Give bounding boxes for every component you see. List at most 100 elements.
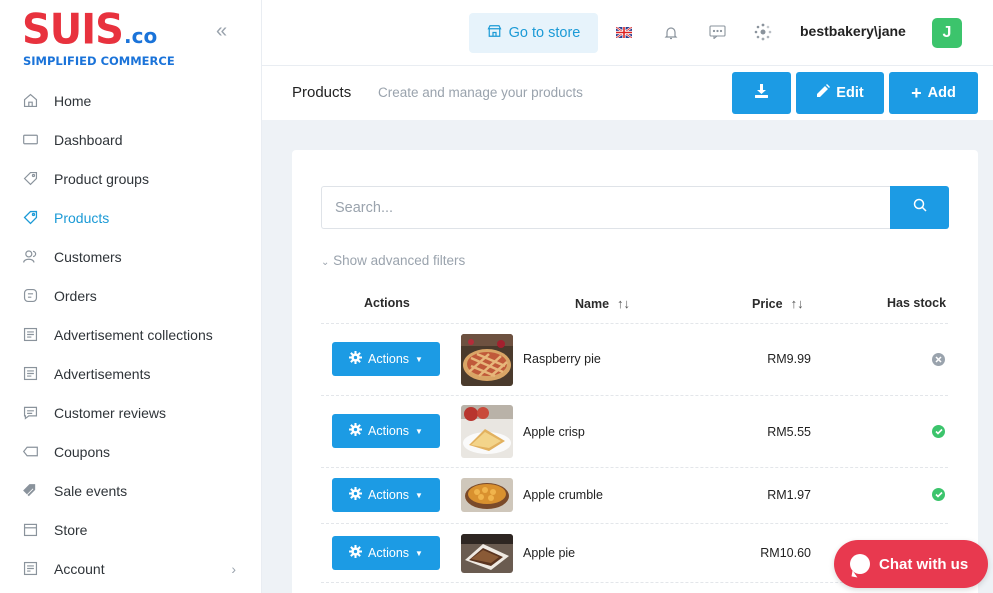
row-actions-button[interactable]: Actions ▼: [332, 536, 440, 570]
comment-icon: [21, 404, 39, 422]
sidebar-item-account[interactable]: Account ›: [0, 549, 262, 588]
product-name[interactable]: Apple crisp: [523, 425, 585, 439]
sidebar-item-label: Orders: [54, 287, 97, 304]
row-actions-button[interactable]: Actions ▼: [332, 478, 440, 512]
download-button[interactable]: [732, 72, 791, 114]
column-header-stock: Has stock: [887, 296, 946, 310]
sidebar-item-advertisement-collections[interactable]: Advertisement collections: [0, 315, 262, 354]
logo-suffix: .co: [123, 24, 158, 48]
store-icon: [21, 521, 39, 539]
sidebar-item-products[interactable]: Products: [0, 198, 262, 237]
row-divider: [321, 395, 948, 396]
caret-down-icon: ▼: [415, 354, 423, 364]
gear-icon: [349, 545, 363, 561]
row-actions-button[interactable]: Actions ▼: [332, 414, 440, 448]
row-actions-label: Actions: [368, 488, 410, 502]
column-header-actions: Actions: [364, 296, 410, 310]
caret-down-icon: ▼: [415, 426, 423, 436]
product-name[interactable]: Apple pie: [523, 546, 575, 560]
search-input[interactable]: [321, 186, 891, 229]
sidebar-item-product-groups[interactable]: Product groups: [0, 159, 262, 198]
top-bar: Go to store bestbakery\jane J: [262, 0, 993, 66]
sidebar-item-label: Advertisement collections: [54, 326, 213, 343]
sidebar-item-label: Customer reviews: [54, 404, 167, 421]
sidebar-item-home[interactable]: Home: [0, 81, 262, 120]
user-name[interactable]: bestbakery\jane: [800, 23, 906, 39]
logo-tagline: SIMPLIFIED COMMERCE: [23, 54, 175, 68]
column-header-name[interactable]: Name ↑↓: [575, 296, 630, 311]
chat-bubble-icon: [850, 554, 870, 574]
sidebar-item-advertisements[interactable]: Advertisements: [0, 354, 262, 393]
product-thumbnail: [461, 534, 513, 573]
advanced-filters-label: Show advanced filters: [333, 253, 466, 268]
row-actions-label: Actions: [368, 424, 410, 438]
product-price: RM5.55: [767, 425, 811, 439]
sidebar-item-customers[interactable]: Customers: [0, 237, 262, 276]
add-label: Add: [927, 85, 956, 101]
product-thumbnail: [461, 334, 513, 386]
search-button[interactable]: [890, 186, 949, 229]
download-icon: [754, 84, 769, 102]
chat-with-us-button[interactable]: Chat with us: [834, 540, 988, 588]
go-to-store-button[interactable]: Go to store: [469, 13, 598, 53]
sort-icon[interactable]: ↑↓: [791, 296, 804, 311]
row-actions-label: Actions: [368, 352, 410, 366]
page-title: Products: [292, 84, 352, 101]
gear-icon: [349, 351, 363, 367]
collapse-sidebar-icon[interactable]: «: [216, 21, 236, 42]
page-subtitle: Create and manage your products: [378, 85, 583, 100]
row-actions-label: Actions: [368, 546, 410, 560]
row-actions-button[interactable]: Actions ▼: [332, 342, 440, 376]
sidebar-item-dashboard[interactable]: Dashboard: [0, 120, 262, 159]
sidebar-nav: Home Dashboard Product groups Products C…: [0, 81, 262, 588]
users-icon: [21, 248, 39, 266]
edit-button[interactable]: Edit: [796, 72, 884, 114]
sidebar-item-sale-events[interactable]: Sale events: [0, 471, 262, 510]
column-header-label: Actions: [364, 296, 410, 310]
tags-icon: [21, 482, 39, 500]
chat-label: Chat with us: [879, 555, 969, 573]
brand-logo[interactable]: SUIS.co SIMPLIFIED COMMERCE: [22, 5, 175, 70]
uk-flag-icon[interactable]: [615, 23, 633, 41]
sidebar-item-store[interactable]: Store: [0, 510, 262, 549]
add-button[interactable]: + Add: [889, 72, 978, 114]
tag-icon: [21, 170, 39, 188]
sidebar-item-label: Home: [54, 92, 92, 109]
account-icon: [21, 560, 39, 578]
chevron-down-icon: ⌄: [321, 257, 330, 268]
sort-icon[interactable]: ↑↓: [617, 296, 630, 311]
newspaper-icon: [21, 365, 39, 383]
bell-icon[interactable]: [662, 23, 680, 41]
product-name[interactable]: Apple crumble: [523, 488, 603, 502]
product-name[interactable]: Raspberry pie: [523, 352, 601, 366]
sidebar-item-label: Advertisements: [54, 365, 151, 382]
sidebar-item-label: Account: [54, 560, 105, 577]
logo-main-text: SUIS: [22, 5, 124, 55]
column-header-label: Name: [575, 296, 610, 311]
sidebar-item-label: Products: [54, 209, 110, 226]
sidebar: SUIS.co SIMPLIFIED COMMERCE « Home Dashb…: [0, 0, 262, 593]
sidebar-item-orders[interactable]: Orders: [0, 276, 262, 315]
store-icon: [487, 24, 502, 42]
column-header-price[interactable]: Price ↑↓: [752, 296, 804, 311]
coupon-icon: [21, 443, 39, 461]
loading-spinner-icon: [754, 23, 772, 41]
plus-icon: +: [911, 83, 922, 103]
sidebar-item-customer-reviews[interactable]: Customer reviews: [0, 393, 262, 432]
advanced-filters-toggle[interactable]: ⌄ Show advanced filters: [321, 253, 465, 268]
column-header-label: Price: [752, 296, 783, 311]
avatar[interactable]: J: [932, 18, 962, 48]
pencil-icon: [816, 84, 831, 102]
sidebar-item-coupons[interactable]: Coupons: [0, 432, 262, 471]
sidebar-item-label: Customers: [54, 248, 122, 265]
sidebar-item-label: Product groups: [54, 170, 149, 187]
row-divider: [321, 467, 948, 468]
gear-icon: [349, 423, 363, 439]
message-icon[interactable]: [708, 23, 726, 41]
edit-label: Edit: [836, 85, 864, 101]
product-price: RM10.60: [760, 546, 811, 560]
products-card: ⌄ Show advanced filters Actions Name ↑↓ P…: [292, 150, 978, 593]
sidebar-item-label: Store: [54, 521, 88, 538]
home-icon: [21, 92, 39, 110]
tag-icon: [21, 209, 39, 227]
